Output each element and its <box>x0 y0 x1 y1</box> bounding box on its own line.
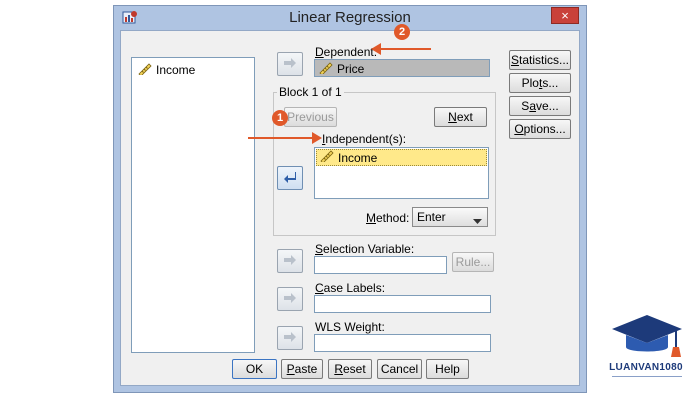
rule-button[interactable]: Rule... <box>452 252 494 272</box>
next-button-label: Next <box>448 110 473 124</box>
options-mnemonic: O <box>514 122 524 136</box>
plots-text-b: s... <box>542 76 559 90</box>
selection-variable-label: Selection Variable: <box>315 242 414 256</box>
statistics-text: tatistics... <box>519 53 570 67</box>
move-to-independent-button[interactable] <box>277 166 303 190</box>
plots-button[interactable]: Plots... <box>509 73 571 93</box>
ok-button[interactable]: OK <box>232 359 277 379</box>
dependent-variable-item[interactable]: Price <box>319 61 489 77</box>
save-mnemonic: a <box>529 99 536 113</box>
ruler-pencil-icon <box>319 61 333 77</box>
annotation-arrow-1 <box>248 137 314 139</box>
paste-text: aste <box>294 362 318 376</box>
right-arrow-icon <box>283 292 297 306</box>
statistics-mnemonic: S <box>510 53 519 67</box>
options-text: ptions... <box>523 122 566 136</box>
dependent-label-text: ependent: <box>323 45 378 59</box>
save-text-b: ve... <box>536 99 559 113</box>
wls-weight-label: WLS Weight: <box>315 320 385 334</box>
rule-button-label: Rule... <box>455 255 491 269</box>
case-labels-text: ase Labels: <box>323 281 386 295</box>
arrow-head-left-icon <box>371 43 381 58</box>
graduation-cap-logo-icon <box>610 313 684 364</box>
dependent-label-mnemonic: D <box>315 45 324 59</box>
cancel-button-label: Cancel <box>380 362 419 376</box>
source-variable-item[interactable]: Income <box>138 62 254 78</box>
reset-mnemonic: R <box>334 362 343 376</box>
block-title: Block 1 of 1 <box>277 85 344 99</box>
independent-variable-item[interactable]: Income <box>316 149 487 166</box>
close-button[interactable]: × <box>551 7 579 24</box>
selection-variable-field[interactable] <box>314 256 447 274</box>
cancel-button[interactable]: Cancel <box>377 359 422 379</box>
paste-mnemonic: P <box>286 362 295 376</box>
selection-variable-text: election Variable: <box>323 242 415 256</box>
next-mnemonic: N <box>448 110 457 124</box>
dependent-field[interactable]: Price <box>314 59 490 77</box>
next-text: ext <box>456 110 473 124</box>
annotation-badge-1: 1 <box>272 110 288 126</box>
right-arrow-icon <box>283 331 297 345</box>
statistics-button[interactable]: Statistics... <box>509 50 571 70</box>
logo-wordmark: LUANVAN1080 <box>609 362 683 373</box>
right-arrow-icon <box>283 57 297 71</box>
linear-regression-dialog: Linear Regression × Income Dependent: Pr… <box>113 5 587 393</box>
method-select[interactable]: Enter <box>412 207 488 227</box>
previous-button-label: Previous <box>287 110 334 124</box>
help-button-label: Help <box>435 362 460 376</box>
move-to-selection-variable-button[interactable] <box>277 249 303 273</box>
chevron-down-icon <box>473 214 482 228</box>
move-to-case-labels-button[interactable] <box>277 287 303 311</box>
wls-weight-field[interactable] <box>314 334 491 352</box>
reset-button[interactable]: Reset <box>328 359 372 379</box>
options-button-label: Options... <box>514 122 565 136</box>
independent-label-text: ndependent(s): <box>325 132 407 146</box>
ruler-pencil-icon <box>138 62 152 78</box>
right-arrow-icon <box>283 254 297 268</box>
method-value: Enter <box>417 210 446 224</box>
options-button[interactable]: Options... <box>509 119 571 139</box>
selection-variable-mnemonic: S <box>315 242 324 256</box>
close-icon: × <box>561 8 569 23</box>
source-variable-label: Income <box>156 63 196 77</box>
source-variable-list[interactable]: Income <box>131 57 255 353</box>
return-arrow-icon <box>283 171 297 186</box>
ok-button-label: OK <box>245 362 264 376</box>
independent-label: Independent(s): <box>322 132 406 146</box>
dependent-label: Dependent: <box>315 45 377 59</box>
save-button-label: Save... <box>521 99 558 113</box>
plots-button-label: Plots... <box>522 76 559 90</box>
case-labels-field[interactable] <box>314 295 491 313</box>
help-button[interactable]: Help <box>426 359 469 379</box>
method-text: ethod: <box>376 211 410 225</box>
annotation-arrow-2 <box>378 48 431 50</box>
previous-button[interactable]: Previous <box>284 107 337 127</box>
save-button[interactable]: Save... <box>509 96 571 116</box>
statistics-button-label: Statistics... <box>511 53 569 67</box>
dialog-client-area: Income Dependent: Price Block 1 of 1 Pre… <box>120 30 580 386</box>
annotation-badge-2: 2 <box>394 24 410 40</box>
paste-button[interactable]: Paste <box>281 359 323 379</box>
window-title: Linear Regression <box>289 9 411 26</box>
method-label: Method: <box>366 211 409 225</box>
paste-button-label: Paste <box>287 362 318 376</box>
arrow-head-right-icon <box>312 132 322 147</box>
case-labels-label: Case Labels: <box>315 281 385 295</box>
logo-tagline-line <box>612 376 682 380</box>
plots-text-a: Plo <box>521 76 539 90</box>
method-mnemonic: M <box>366 211 376 225</box>
next-button[interactable]: Next <box>434 107 487 127</box>
independent-list[interactable]: Income <box>314 147 489 199</box>
title-bar[interactable]: Linear Regression × <box>114 6 586 30</box>
move-to-wls-weight-button[interactable] <box>277 326 303 350</box>
case-labels-mnemonic: C <box>315 281 324 295</box>
ruler-pencil-icon <box>320 150 334 165</box>
move-to-dependent-button[interactable] <box>277 52 303 76</box>
dependent-variable-label: Price <box>337 62 365 76</box>
reset-button-label: Reset <box>334 362 365 376</box>
reset-text: eset <box>342 362 366 376</box>
independent-variable-label: Income <box>338 150 378 165</box>
